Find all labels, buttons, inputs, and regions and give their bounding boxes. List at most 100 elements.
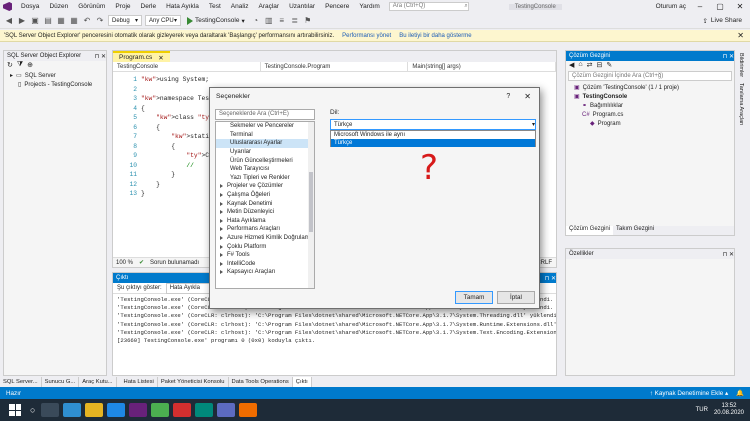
tab-solution-explorer[interactable]: Çözüm Gezgini: [566, 226, 614, 235]
bottom-tab-package-manager[interactable]: Paket Yöneticisi Konsolu: [158, 377, 229, 387]
visual-studio-icon[interactable]: [129, 403, 148, 417]
issues-text[interactable]: Sorun bulunamadı: [150, 260, 199, 266]
save-icon[interactable]: ▦: [56, 16, 66, 26]
file-explorer-icon[interactable]: [85, 403, 104, 417]
options-item[interactable]: Uyarılar: [216, 148, 314, 157]
pin-icon[interactable]: ⊓ ✕: [723, 53, 734, 60]
wrench-icon[interactable]: ✎: [606, 61, 612, 71]
menu-item[interactable]: Uzantılar: [284, 3, 320, 10]
cancel-button[interactable]: İptal: [497, 291, 535, 304]
language-select[interactable]: Türkçe ▾: [330, 119, 536, 130]
options-category[interactable]: Azure Hizmeti Kimlik Doğrulaması: [216, 234, 314, 243]
help-icon[interactable]: ?: [506, 93, 510, 100]
search-box[interactable]: Ara (Ctrl+Q) ⌕: [388, 2, 469, 11]
ok-button[interactable]: Tamam: [455, 291, 493, 304]
sync-icon[interactable]: ⇄: [587, 61, 593, 71]
undo-icon[interactable]: ↶: [82, 16, 92, 26]
tab-program-cs[interactable]: Program.cs ✕: [113, 51, 170, 62]
options-item[interactable]: Sekmeler ve Pencereler: [216, 122, 314, 131]
solution-tree-item[interactable]: ◆ Program: [566, 119, 734, 128]
solution-tree-item[interactable]: C# Program.cs: [566, 110, 734, 119]
close-window-icon[interactable]: ✕: [730, 2, 750, 11]
chrome-icon[interactable]: [151, 403, 170, 417]
options-item[interactable]: Uluslararası Ayarlar: [216, 139, 314, 148]
pin-icon[interactable]: ⊓ ✕: [545, 275, 556, 282]
menu-item[interactable]: Test: [204, 3, 226, 10]
options-category[interactable]: Kapsayıcı Araçları: [216, 268, 314, 277]
app-icon-3[interactable]: [217, 403, 236, 417]
task-view-icon[interactable]: [41, 403, 60, 417]
hot-reload-icon[interactable]: ◔: [251, 16, 261, 26]
open-icon[interactable]: ▤: [43, 16, 53, 26]
edge-icon[interactable]: [63, 403, 82, 417]
app-icon[interactable]: [173, 403, 192, 417]
close-icon[interactable]: ✕: [158, 54, 163, 62]
menu-item[interactable]: Hata Ayıkla: [161, 3, 204, 10]
platform-select[interactable]: Any CPU ▾: [145, 15, 181, 26]
solution-tree-item[interactable]: ▣ TestingConsole: [566, 92, 734, 101]
windows-start-icon[interactable]: [6, 401, 24, 419]
options-category[interactable]: IntelliCode: [216, 260, 314, 269]
new-file-icon[interactable]: ▣: [30, 16, 40, 26]
live-share-button[interactable]: ⇪ Live Share: [702, 17, 742, 25]
pin-icon[interactable]: ⊓ ✕: [95, 53, 106, 60]
app-icon-4[interactable]: [239, 403, 258, 417]
bottom-tab-data-tools[interactable]: Data Tools Operations: [229, 377, 293, 387]
menu-item[interactable]: Derle: [136, 3, 162, 10]
menu-item[interactable]: Düzen: [44, 3, 73, 10]
nav-member[interactable]: Main(string[] args): [408, 62, 557, 71]
source-control-button[interactable]: ↑ Kaynak Denetimine Ekle ▴: [650, 390, 728, 397]
solution-search[interactable]: Çözüm Gezgini İçinde Ara (Ctrl+ğ): [568, 71, 732, 81]
menu-item[interactable]: Proje: [110, 3, 135, 10]
collapse-icon[interactable]: ⊟: [597, 61, 603, 71]
options-item[interactable]: Yazı Tipleri ve Renkler: [216, 174, 314, 183]
options-category[interactable]: Kaynak Denetimi: [216, 199, 314, 208]
redo-icon[interactable]: ↷: [95, 16, 105, 26]
options-category[interactable]: Projeler ve Çözümler: [216, 182, 314, 191]
back-icon[interactable]: ◀: [569, 61, 574, 71]
refresh-icon[interactable]: ↻: [7, 61, 13, 71]
options-item[interactable]: Web Tarayıcısı: [216, 165, 314, 174]
options-category[interactable]: F# Tools: [216, 251, 314, 260]
options-category[interactable]: Hata Ayıklama: [216, 217, 314, 226]
close-icon[interactable]: ✕: [524, 92, 531, 101]
uncomment-icon[interactable]: ≣: [290, 16, 300, 26]
dont-show-again-link[interactable]: Bu iletiyi bir daha gösterme: [399, 33, 471, 39]
filter-icon[interactable]: ⧩: [17, 61, 23, 71]
save-all-icon[interactable]: ▦: [69, 16, 79, 26]
language-option-turkish[interactable]: Türkçe: [331, 139, 535, 147]
tree-item-sql-server[interactable]: ▸ ▭ SQL Server: [4, 71, 106, 80]
bottom-tab-server-explorer[interactable]: Sunucu G...: [42, 377, 80, 387]
add-server-icon[interactable]: ⊕: [27, 61, 33, 71]
nav-project[interactable]: TestingConsole: [113, 62, 261, 71]
options-category[interactable]: Çoklu Platform: [216, 242, 314, 251]
bottom-tab-sql-server[interactable]: SQL Server...: [0, 377, 42, 387]
tree-item-projects[interactable]: ▯ Projects - TestingConsole: [4, 80, 106, 89]
options-search-input[interactable]: Seçeneklerde Ara (Ctrl+E): [215, 109, 315, 120]
tab-team-explorer[interactable]: Takım Gezgini: [613, 226, 657, 235]
input-language[interactable]: TUR: [696, 407, 708, 413]
config-select[interactable]: Debug ▾: [108, 15, 142, 26]
manage-performance-link[interactable]: Performansı yönet: [342, 33, 391, 39]
bell-icon[interactable]: 🔔: [736, 389, 744, 397]
options-item[interactable]: Terminal: [216, 131, 314, 140]
menu-item[interactable]: Dosya: [16, 3, 44, 10]
vscode-icon[interactable]: [107, 403, 126, 417]
close-icon[interactable]: ✕: [737, 31, 744, 40]
minimize-icon[interactable]: –: [690, 2, 710, 11]
options-item[interactable]: Ürün Güncelleştirmeleri: [216, 156, 314, 165]
maximize-icon[interactable]: ▢: [710, 2, 730, 11]
menu-item[interactable]: Pencere: [320, 3, 354, 10]
bottom-tab-error-list[interactable]: Hata Listesi: [121, 377, 158, 387]
nav-class[interactable]: TestingConsole.Program: [261, 62, 409, 71]
comment-icon[interactable]: ≡: [277, 16, 287, 26]
side-tab-notifications[interactable]: Bildirimler: [738, 50, 744, 80]
menu-item[interactable]: Analiz: [226, 3, 254, 10]
search-icon[interactable]: ○: [30, 405, 35, 415]
options-category[interactable]: Çalışma Öğeleri: [216, 191, 314, 200]
options-scrollbar[interactable]: [308, 122, 314, 288]
bookmark-icon[interactable]: ⚑: [303, 16, 313, 26]
toolbar-misc-icon[interactable]: ▥: [264, 16, 274, 26]
app-icon-2[interactable]: [195, 403, 214, 417]
solution-tree-item[interactable]: ▣ Çözüm 'TestingConsole' (1 / 1 proje): [566, 83, 734, 92]
